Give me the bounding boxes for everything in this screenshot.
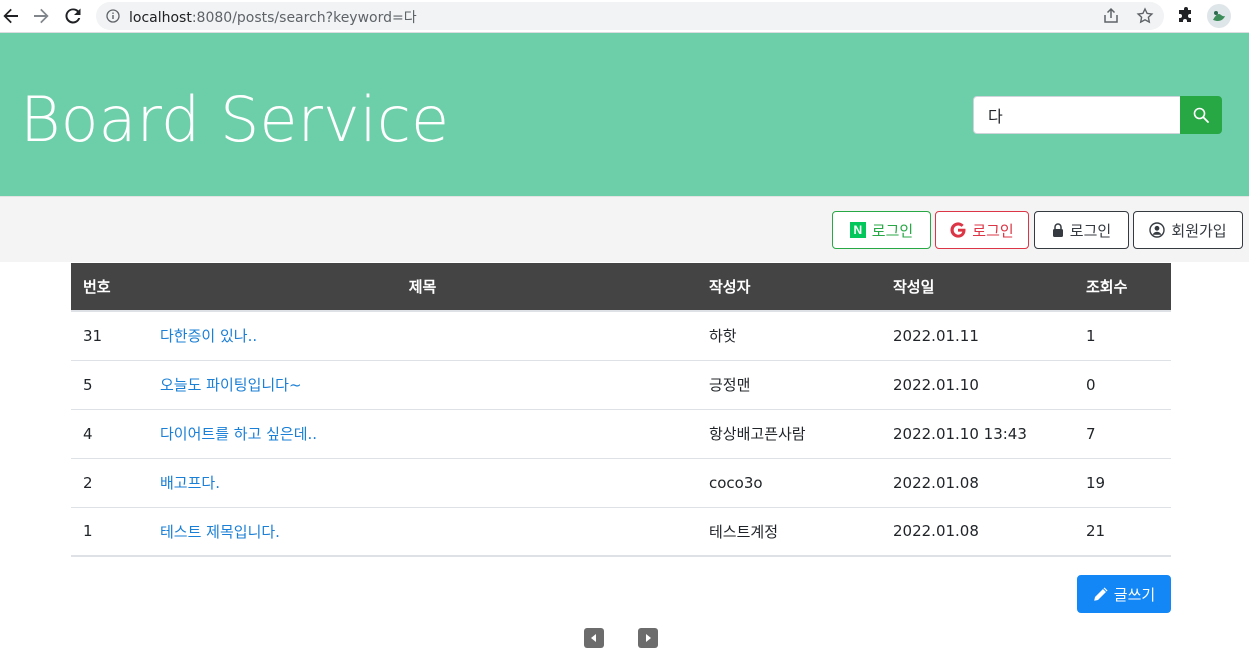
post-number: 1 bbox=[71, 507, 148, 557]
caret-right-icon bbox=[646, 634, 651, 642]
user-circle-icon bbox=[1149, 222, 1166, 238]
address-bar[interactable]: localhost:8080/posts/search?keyword=다 bbox=[96, 2, 1164, 30]
back-arrow-icon[interactable] bbox=[0, 5, 22, 27]
column-header-date: 작성일 bbox=[881, 263, 1074, 312]
search-button[interactable] bbox=[1180, 96, 1222, 134]
extensions-puzzle-icon[interactable] bbox=[1176, 6, 1196, 26]
site-header: Board Service bbox=[0, 33, 1249, 196]
post-author: 하핫 bbox=[697, 311, 881, 361]
table-row: 4 다이어트를 하고 싶은데.. 항상배고픈사람 2022.01.10 13:4… bbox=[71, 409, 1171, 459]
column-header-views: 조회수 bbox=[1074, 263, 1171, 312]
caret-left-icon bbox=[591, 634, 596, 642]
post-author: 긍정맨 bbox=[697, 360, 881, 410]
column-header-title: 제목 bbox=[148, 263, 697, 312]
google-login-label: 로그인 bbox=[972, 221, 1014, 240]
column-header-author: 작성자 bbox=[697, 263, 881, 312]
local-login-button[interactable]: 로그인 bbox=[1034, 211, 1129, 249]
post-title-link[interactable]: 다한증이 있나.. bbox=[160, 327, 257, 345]
table-row: 31 다한증이 있나.. 하핫 2022.01.11 1 bbox=[71, 311, 1171, 361]
previous-page-button[interactable] bbox=[584, 628, 604, 648]
post-date: 2022.01.10 13:43 bbox=[881, 409, 1074, 459]
post-date: 2022.01.08 bbox=[881, 507, 1074, 557]
site-title[interactable]: Board Service bbox=[20, 82, 449, 158]
post-title-link[interactable]: 다이어트를 하고 싶은데.. bbox=[160, 425, 317, 443]
post-author: coco3o bbox=[697, 458, 881, 508]
local-login-label: 로그인 bbox=[1069, 221, 1112, 240]
info-icon[interactable] bbox=[106, 9, 120, 23]
pencil-icon bbox=[1093, 587, 1108, 601]
google-logo-icon bbox=[950, 222, 966, 238]
post-number: 4 bbox=[71, 409, 148, 459]
naver-login-label: 로그인 bbox=[871, 221, 914, 240]
search-icon bbox=[1193, 107, 1209, 123]
bookmark-star-icon[interactable] bbox=[1136, 7, 1154, 25]
post-title-link[interactable]: 오늘도 파이팅입니다~ bbox=[160, 376, 302, 394]
next-page-button[interactable] bbox=[638, 628, 658, 648]
signup-button[interactable]: 회원가입 bbox=[1133, 211, 1243, 249]
share-icon[interactable] bbox=[1102, 7, 1120, 25]
profile-avatar[interactable] bbox=[1207, 4, 1231, 28]
reload-icon[interactable] bbox=[62, 5, 84, 27]
lock-icon bbox=[1052, 222, 1063, 237]
post-title-link[interactable]: 배고프다. bbox=[160, 474, 220, 492]
post-views: 7 bbox=[1074, 409, 1171, 459]
browser-toolbar: localhost:8080/posts/search?keyword=다 bbox=[0, 0, 1249, 33]
post-date: 2022.01.10 bbox=[881, 360, 1074, 410]
table-row: 1 테스트 제목입니다. 테스트계정 2022.01.08 21 bbox=[71, 507, 1171, 557]
column-header-number: 번호 bbox=[71, 263, 148, 312]
table-header-row: 번호 제목 작성자 작성일 조회수 bbox=[71, 263, 1171, 312]
post-views: 21 bbox=[1074, 507, 1171, 557]
forward-arrow-icon[interactable] bbox=[30, 5, 52, 27]
auth-bar: N 로그인 로그인 로그인 회원가입 bbox=[0, 196, 1249, 262]
write-post-button[interactable]: 글쓰기 bbox=[1077, 575, 1171, 613]
post-views: 19 bbox=[1074, 458, 1171, 508]
naver-logo-icon: N bbox=[849, 222, 866, 238]
post-author: 테스트계정 bbox=[697, 507, 881, 557]
signup-label: 회원가입 bbox=[1171, 221, 1227, 240]
post-title-link[interactable]: 테스트 제목입니다. bbox=[160, 523, 280, 541]
write-post-label: 글쓰기 bbox=[1113, 585, 1156, 604]
table-row: 2 배고프다. coco3o 2022.01.08 19 bbox=[71, 458, 1171, 508]
post-date: 2022.01.11 bbox=[881, 311, 1074, 361]
post-number: 2 bbox=[71, 458, 148, 508]
post-table: 번호 제목 작성자 작성일 조회수 31 다한증이 있나.. 하핫 2022.0… bbox=[71, 263, 1171, 557]
google-login-button[interactable]: 로그인 bbox=[935, 211, 1029, 249]
post-number: 5 bbox=[71, 360, 148, 410]
search-input[interactable] bbox=[973, 96, 1181, 134]
table-row: 5 오늘도 파이팅입니다~ 긍정맨 2022.01.10 0 bbox=[71, 360, 1171, 410]
post-views: 0 bbox=[1074, 360, 1171, 410]
post-views: 1 bbox=[1074, 311, 1171, 361]
post-number: 31 bbox=[71, 311, 148, 361]
naver-login-button[interactable]: N 로그인 bbox=[832, 211, 931, 249]
post-date: 2022.01.08 bbox=[881, 458, 1074, 508]
post-author: 항상배고픈사람 bbox=[697, 409, 881, 459]
url-text: localhost:8080/posts/search?keyword=다 bbox=[129, 10, 417, 26]
